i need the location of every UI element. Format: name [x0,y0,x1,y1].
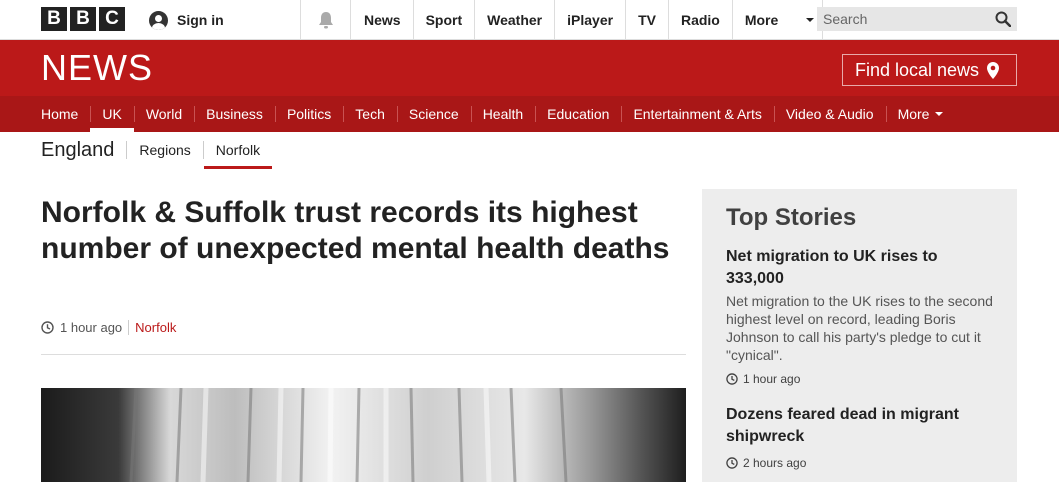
bbc-logo-letter: B [70,7,96,31]
top-story-time-label: 2 hours ago [743,456,807,470]
caret-down-icon [935,112,944,116]
notifications-button[interactable] [301,0,351,40]
top-story-item[interactable]: Dozens feared dead in migrant shipwreck … [726,404,996,470]
search-input[interactable] [823,11,983,27]
news-nav-education[interactable]: Education [535,96,621,132]
top-story-time-label: 1 hour ago [743,372,801,386]
news-nav-business[interactable]: Business [194,96,275,132]
news-nav-world[interactable]: World [133,96,194,132]
news-nav-tech[interactable]: Tech [343,96,397,132]
bbc-global-bar: B B C Sign in News Sport Weather iPlayer… [0,0,1059,40]
global-nav-sport[interactable]: Sport [414,0,476,40]
global-nav-iplayer[interactable]: iPlayer [555,0,627,40]
global-nav-news[interactable]: News [352,0,414,40]
news-nav-health[interactable]: Health [470,96,535,132]
article-hero-image [41,388,686,482]
article-timestamp: 1 hour ago [60,320,123,335]
bbc-logo[interactable]: B B C [41,7,125,31]
search-icon[interactable] [995,11,1011,27]
section-link-norfolk[interactable]: Norfolk [203,132,273,169]
section-link-regions[interactable]: Regions [127,132,202,168]
global-nav-weather[interactable]: Weather [475,0,556,40]
caret-down-icon [806,18,815,22]
find-local-news-button[interactable]: Find local news [842,54,1017,86]
news-logo[interactable]: NEWS [41,50,153,86]
bell-icon [318,12,333,29]
find-local-news-label: Find local news [855,59,980,80]
global-nav-more-button[interactable]: More [733,0,824,40]
user-icon [149,10,168,30]
top-story-timestamp: 2 hours ago [726,456,996,470]
divider [41,354,686,355]
article-topic-link[interactable]: Norfolk [135,320,176,335]
top-story-headline[interactable]: Dozens feared dead in migrant shipwreck [726,404,996,448]
news-nav-home[interactable]: Home [29,96,90,132]
section-nav: England Regions Norfolk [41,132,273,169]
news-nav-politics[interactable]: Politics [274,96,343,132]
global-nav-more-label: More [744,12,779,28]
news-nav: Home UK World Business Politics Tech Sci… [0,96,1059,132]
bbc-logo-letter: C [99,7,125,31]
news-nav-science[interactable]: Science [396,96,471,132]
location-pin-icon [987,61,1000,79]
clock-icon [726,457,738,469]
top-story-summary: Net migration to the UK rises to the sec… [726,293,993,363]
section-title[interactable]: England [41,139,114,162]
global-nav: News Sport Weather iPlayer TV Radio More [352,0,824,40]
top-story-timestamp: 1 hour ago [726,372,996,386]
sign-in-label: Sign in [177,12,224,28]
clock-icon [726,373,738,385]
news-nav-video-audio[interactable]: Video & Audio [773,96,886,132]
news-nav-more-button[interactable]: More [885,96,956,132]
news-nav-uk[interactable]: UK [90,96,135,132]
global-nav-radio[interactable]: Radio [669,0,733,40]
top-stories-title: Top Stories [726,204,857,231]
sign-in-link[interactable]: Sign in [149,0,224,40]
news-nav-more-label: More [897,106,930,122]
clock-icon [41,321,54,334]
global-nav-tv[interactable]: TV [626,0,669,40]
divider [128,320,130,335]
search-box [817,7,1017,31]
news-nav-entertainment-arts[interactable]: Entertainment & Arts [621,96,773,132]
article-headline: Norfolk & Suffolk trust records its high… [41,196,670,265]
bbc-logo-letter: B [41,7,67,31]
top-story-item[interactable]: Net migration to UK rises to 333,000 Net… [726,246,996,386]
top-story-headline[interactable]: Net migration to UK rises to 333,000 [726,246,996,290]
article-meta: 1 hour ago Norfolk [41,320,176,335]
top-stories-panel: Top Stories Net migration to UK rises to… [702,189,1017,482]
curtain-photo-image [41,388,686,482]
